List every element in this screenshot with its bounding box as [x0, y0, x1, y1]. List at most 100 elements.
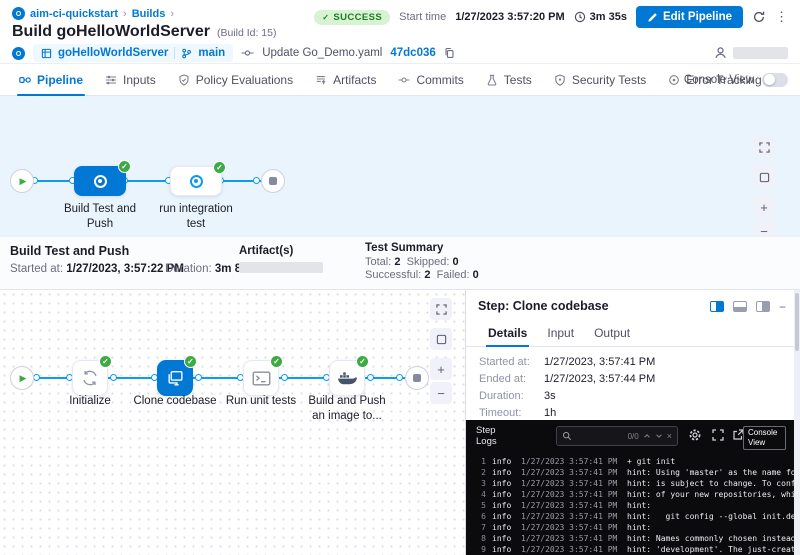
- layout-right-split-button[interactable]: [710, 301, 724, 312]
- fit-view-icon: [436, 334, 447, 345]
- stage-graph-canvas: ▶ ✓ ✓ Build Test and Push run integratio…: [0, 96, 800, 237]
- edge-connector-dot: [396, 374, 403, 381]
- log-fullscreen-button[interactable]: [712, 429, 724, 441]
- elapsed-duration: 3m 35s: [574, 11, 627, 23]
- stage-info-band: Build Test and Push Started at: 1/27/202…: [0, 237, 800, 290]
- tab-output[interactable]: Output: [584, 320, 640, 346]
- step-logs-title: Step Logs: [476, 425, 508, 448]
- security-shield-icon: [554, 74, 566, 86]
- field-value: 1h: [544, 407, 556, 419]
- tab-security-tests[interactable]: Security Tests: [543, 64, 657, 95]
- step-canvas-fit-button[interactable]: [430, 328, 452, 350]
- pipeline-end-node: [261, 169, 285, 193]
- edit-pipeline-button[interactable]: Edit Pipeline: [636, 6, 743, 28]
- skipped-value: 0: [452, 256, 458, 268]
- log-line-number: 5: [466, 500, 486, 511]
- test-summary-heading: Test Summary: [365, 242, 443, 254]
- field-label: Timeout:: [479, 407, 544, 419]
- log-line-number: 2: [466, 467, 486, 478]
- branch-icon: [181, 48, 192, 59]
- breadcrumb-builds[interactable]: Builds: [132, 8, 166, 20]
- step-node-run-unit-tests[interactable]: ✓: [243, 360, 279, 396]
- search-close-button[interactable]: ×: [667, 431, 672, 441]
- failed-value: 0: [473, 269, 479, 281]
- log-message: hint: Names commonly chosen instead of: [627, 533, 795, 544]
- stage-node-build-test-and-push[interactable]: ✓: [74, 166, 126, 196]
- step-label[interactable]: Initialize: [44, 394, 136, 409]
- repo-name[interactable]: goHelloWorldServer: [58, 47, 168, 59]
- tab-input[interactable]: Input: [537, 320, 584, 346]
- log-level: info: [492, 533, 516, 544]
- breadcrumb-project[interactable]: aim-ci-quickstart: [30, 8, 118, 20]
- clone-codebase-icon: [166, 369, 185, 387]
- search-next-button[interactable]: [655, 432, 663, 440]
- tab-artifacts[interactable]: Artifacts: [304, 64, 387, 95]
- commit-message[interactable]: Update Go_Demo.yaml: [262, 47, 382, 59]
- field-value: 3s: [544, 390, 556, 402]
- repo-branch-pill[interactable]: goHelloWorldServer main: [33, 44, 233, 62]
- console-view-button[interactable]: Console View: [743, 426, 786, 450]
- step-node-clone-codebase[interactable]: ✓: [157, 360, 193, 396]
- step-canvas-zoom-in-button[interactable]: +: [430, 358, 452, 380]
- step-canvas-zoom-out-button[interactable]: −: [430, 382, 452, 404]
- tab-policy-evaluations[interactable]: Policy Evaluations: [167, 64, 304, 95]
- step-node-initialize[interactable]: ✓: [72, 360, 108, 396]
- docker-icon: [337, 370, 357, 386]
- fullscreen-icon: [759, 142, 770, 153]
- stage-node-run-integration-test[interactable]: ✓: [170, 166, 222, 196]
- fullscreen-icon: [436, 304, 447, 315]
- tab-label: Commits: [416, 73, 463, 87]
- step-canvas-fullscreen-button[interactable]: [430, 298, 452, 320]
- edge-connector-dot: [110, 374, 117, 381]
- scrollbar-thumb[interactable]: [795, 293, 799, 351]
- stage-start-node[interactable]: ▶: [10, 366, 34, 390]
- console-view-toggle[interactable]: [762, 73, 788, 87]
- layout-right-panel-button[interactable]: [756, 301, 770, 312]
- step-label[interactable]: Clone codebase: [129, 394, 221, 409]
- log-message: hint: 'development'. The just-created b: [627, 544, 795, 555]
- step-panel-tabs: Details Input Output: [466, 320, 800, 347]
- title-row: Build goHelloWorldServer (Build Id: 15): [12, 23, 276, 41]
- field-label: Started at:: [479, 356, 544, 368]
- step-node-build-and-push[interactable]: ✓: [329, 360, 365, 396]
- log-lines[interactable]: 1info1/27/2023 3:57:41 PM+ git init 2inf…: [466, 456, 795, 555]
- field-value: 1/27/2023, 3:57:44 PM: [544, 373, 655, 385]
- ci-stage-icon: [94, 175, 107, 188]
- log-time: 1/27/2023 3:57:41 PM: [521, 544, 621, 555]
- test-summary-line-2: Successful: 2 Failed: 0: [365, 269, 479, 281]
- log-search-input[interactable]: [576, 431, 624, 441]
- log-row: 7info1/27/2023 3:57:41 PMhint:: [466, 522, 795, 533]
- stage-info-title: Build Test and Push: [10, 244, 129, 258]
- stage-canvas-zoom-in-button[interactable]: +: [753, 196, 775, 218]
- tab-pipeline[interactable]: Pipeline: [8, 64, 94, 95]
- log-level: info: [492, 522, 516, 533]
- step-success-check-icon: ✓: [270, 355, 283, 368]
- more-options-button[interactable]: ⋮: [775, 9, 788, 25]
- stage-canvas-fullscreen-button[interactable]: [753, 136, 775, 158]
- log-message: hint:: [627, 500, 795, 511]
- stage-canvas-fit-button[interactable]: [753, 166, 775, 188]
- branch-name[interactable]: main: [198, 47, 225, 59]
- pipeline-start-node[interactable]: ▶: [10, 169, 34, 193]
- step-label[interactable]: Build and Push an image to...: [301, 394, 393, 424]
- tab-tests[interactable]: Tests: [475, 64, 543, 95]
- panel-scrollbar[interactable]: [794, 290, 800, 555]
- layout-bottom-split-button[interactable]: [733, 301, 747, 312]
- tab-details[interactable]: Details: [478, 320, 537, 346]
- refresh-button[interactable]: [752, 10, 766, 24]
- log-line-number: 6: [466, 511, 486, 522]
- tab-commits[interactable]: Commits: [387, 64, 474, 95]
- step-label[interactable]: Run unit tests: [215, 394, 307, 409]
- build-meta-row: goHelloWorldServer main Update Go_Demo.y…: [12, 44, 455, 62]
- tab-inputs[interactable]: Inputs: [94, 64, 167, 95]
- commit-sha[interactable]: 47dc036: [390, 47, 435, 59]
- log-time: 1/27/2023 3:57:41 PM: [521, 500, 621, 511]
- copy-icon[interactable]: [444, 47, 455, 59]
- breadcrumb-separator-icon: ›: [123, 8, 127, 20]
- stage-label[interactable]: Build Test and Push: [56, 202, 144, 232]
- search-prev-button[interactable]: [643, 432, 651, 440]
- stage-label[interactable]: run integration test: [152, 202, 240, 232]
- log-settings-button[interactable]: [688, 428, 702, 442]
- minimize-panel-button[interactable]: −: [779, 302, 786, 312]
- edge-connector-dot: [281, 374, 288, 381]
